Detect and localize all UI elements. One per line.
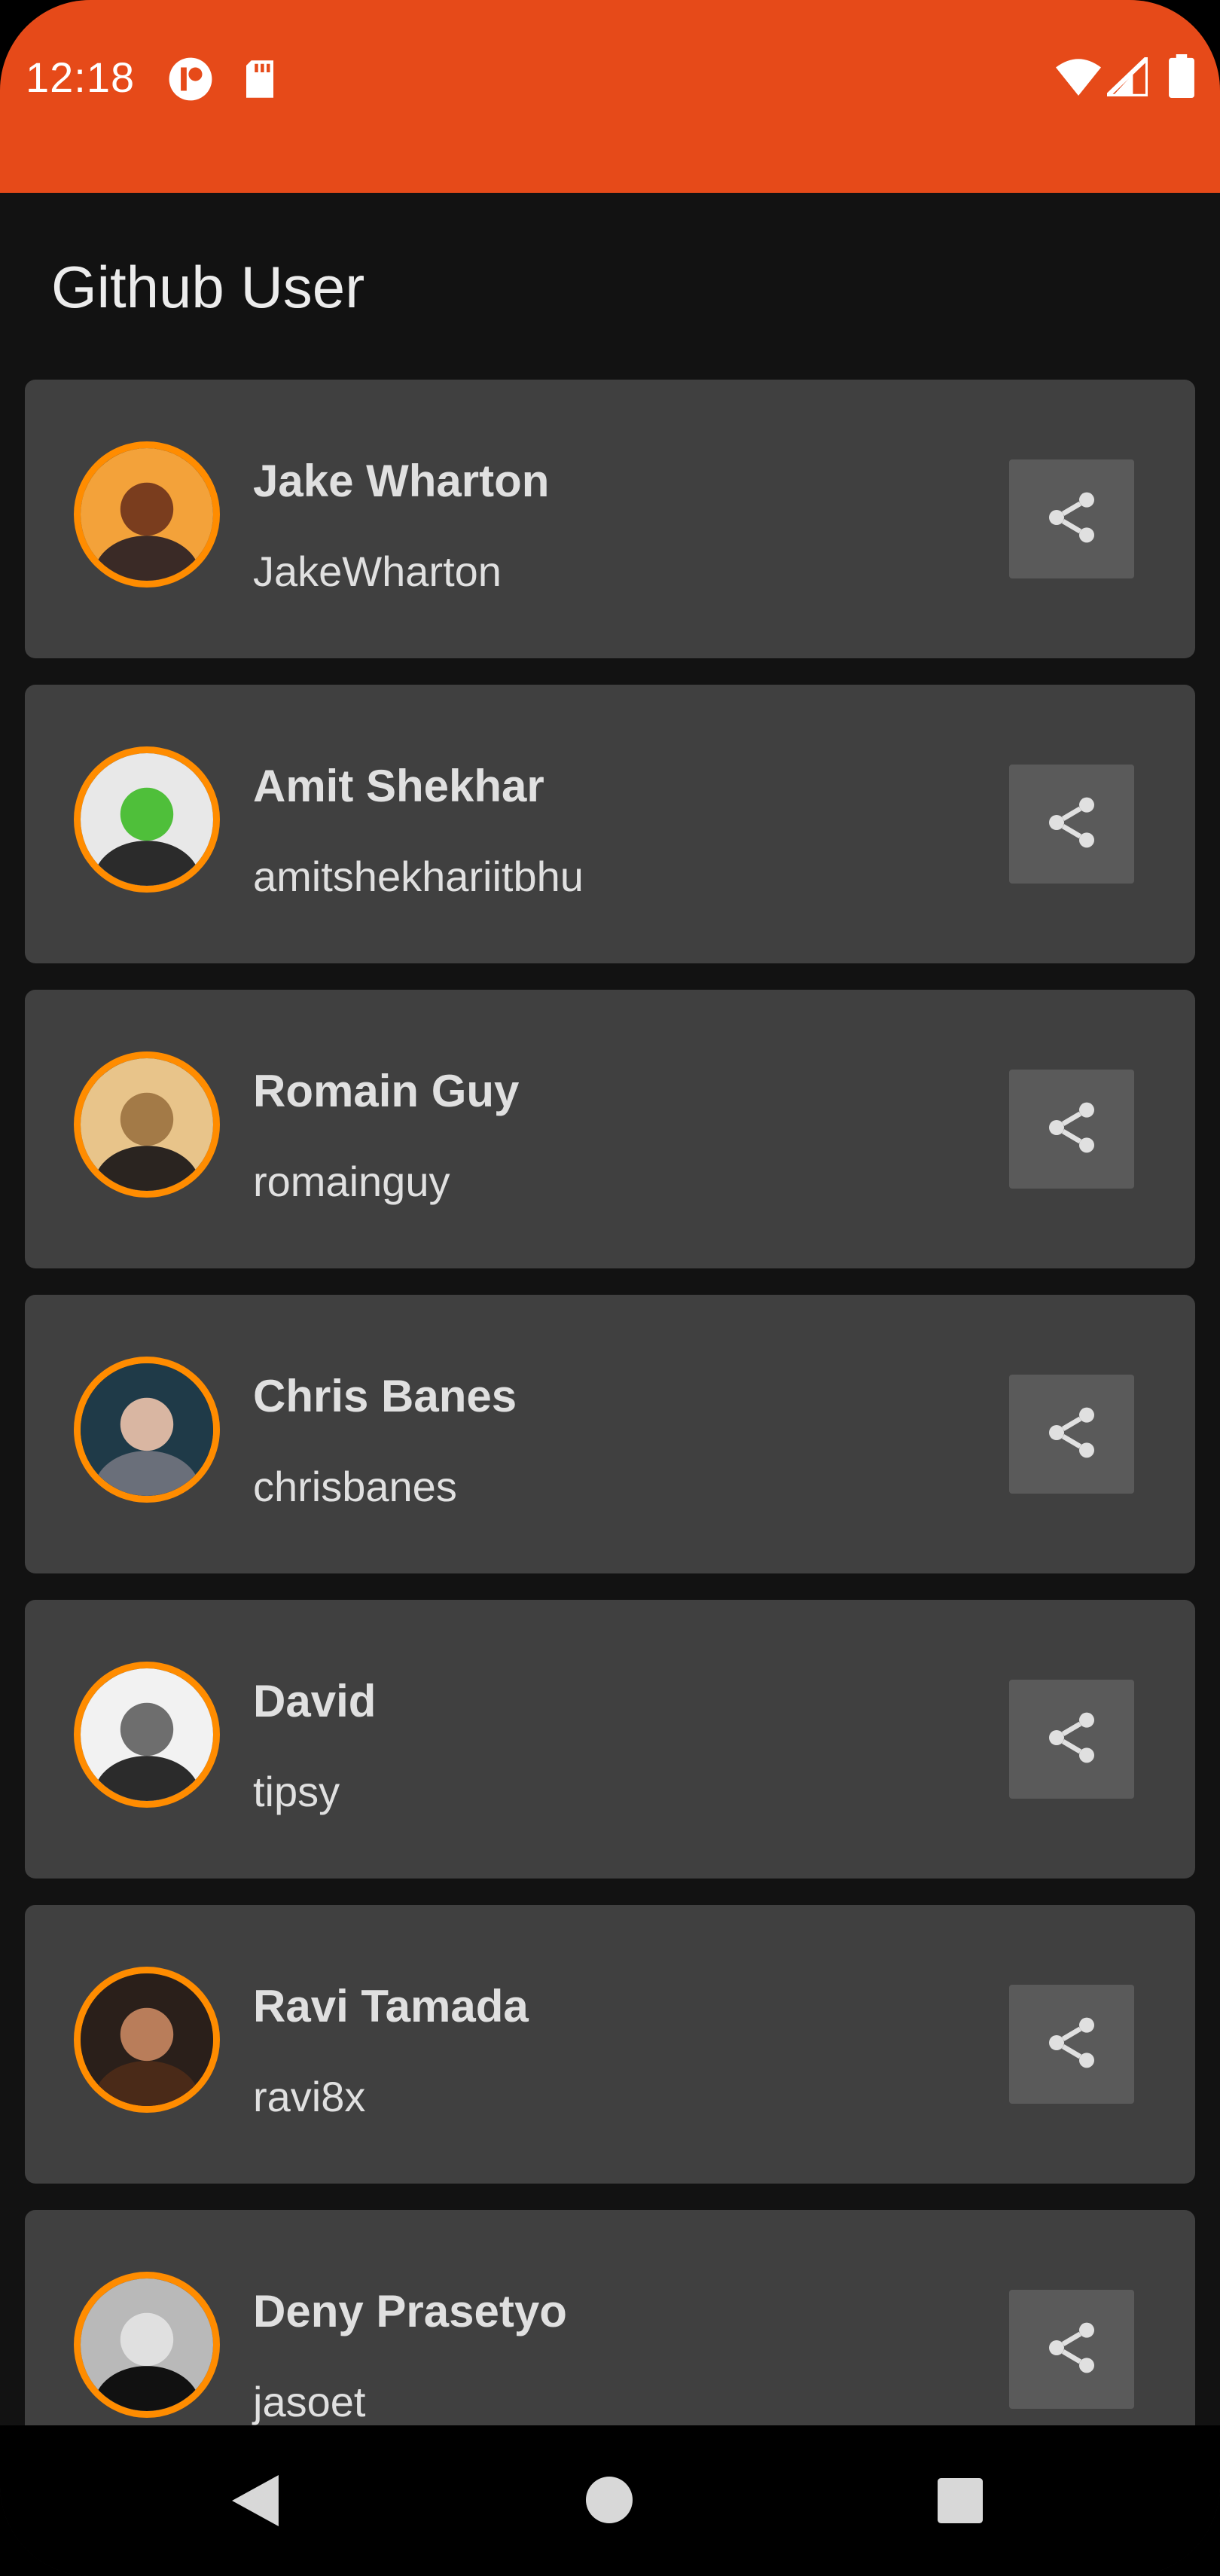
user-login: chrisbanes: [253, 1463, 457, 1510]
recents-icon[interactable]: [937, 2478, 984, 2527]
user-card[interactable]: Deny Prasetyo jasoet: [25, 2210, 1195, 2425]
user-card[interactable]: Romain Guy romainguy: [25, 990, 1195, 1268]
home-icon[interactable]: [586, 2477, 633, 2527]
share-button[interactable]: [1009, 459, 1134, 578]
user-card[interactable]: Chris Banes chrisbanes: [25, 1295, 1195, 1573]
navigation-bar: [0, 2425, 1220, 2576]
user-name: Chris Banes: [253, 1371, 517, 1421]
user-card[interactable]: David tipsy: [25, 1600, 1195, 1879]
share-icon: [1042, 2013, 1102, 2077]
user-avatar: [74, 1967, 220, 2113]
user-login: amitshekhariitbhu: [253, 853, 584, 900]
user-avatar: [74, 1357, 220, 1503]
user-login: ravi8x: [253, 2073, 366, 2120]
wifi-icon: [1056, 57, 1101, 100]
share-icon: [1042, 792, 1102, 856]
main-content: Github User Jake Wharton JakeWharton Ami…: [0, 193, 1220, 2425]
user-card[interactable]: Ravi Tamada ravi8x: [25, 1905, 1195, 2184]
share-button[interactable]: [1009, 765, 1134, 884]
user-login: jasoet: [253, 2378, 366, 2425]
user-avatar: [74, 746, 220, 893]
user-name: David: [253, 1676, 377, 1726]
back-icon[interactable]: [232, 2475, 279, 2530]
user-avatar: [74, 441, 220, 588]
share-icon: [1042, 1708, 1102, 1772]
user-card[interactable]: Jake Wharton JakeWharton: [25, 380, 1195, 658]
user-name: Ravi Tamada: [253, 1981, 529, 2031]
user-login: tipsy: [253, 1768, 340, 1815]
user-name: Jake Wharton: [253, 456, 550, 506]
page-title: Github User: [51, 254, 365, 320]
share-button[interactable]: [1009, 1985, 1134, 2104]
phone-screen: 12:18 Github User Jake Wharton JakeWhart…: [0, 0, 1220, 2576]
share-button[interactable]: [1009, 1680, 1134, 1799]
status-time: 12:18: [26, 53, 136, 101]
user-name: Deny Prasetyo: [253, 2286, 567, 2336]
user-avatar: [74, 1051, 220, 1198]
status-bar: 12:18: [0, 0, 1220, 193]
share-icon: [1042, 487, 1102, 551]
user-name: Romain Guy: [253, 1066, 520, 1116]
user-avatar: [74, 2272, 220, 2418]
share-button[interactable]: [1009, 2290, 1134, 2409]
share-icon: [1042, 1097, 1102, 1161]
user-login: romainguy: [253, 1158, 450, 1205]
share-icon: [1042, 1402, 1102, 1467]
user-list[interactable]: Jake Wharton JakeWharton Amit Shekhar am…: [25, 380, 1195, 2425]
battery-icon: [1169, 54, 1194, 102]
user-login: JakeWharton: [253, 548, 502, 595]
share-button[interactable]: [1009, 1070, 1134, 1189]
sd-card-icon: [242, 59, 277, 103]
user-name: Amit Shekhar: [253, 761, 544, 811]
notification-app-icon: [167, 56, 214, 106]
user-avatar: [74, 1662, 220, 1808]
cell-signal-icon: [1101, 52, 1151, 100]
user-card[interactable]: Amit Shekhar amitshekhariitbhu: [25, 685, 1195, 963]
share-icon: [1042, 2318, 1102, 2382]
share-button[interactable]: [1009, 1375, 1134, 1494]
